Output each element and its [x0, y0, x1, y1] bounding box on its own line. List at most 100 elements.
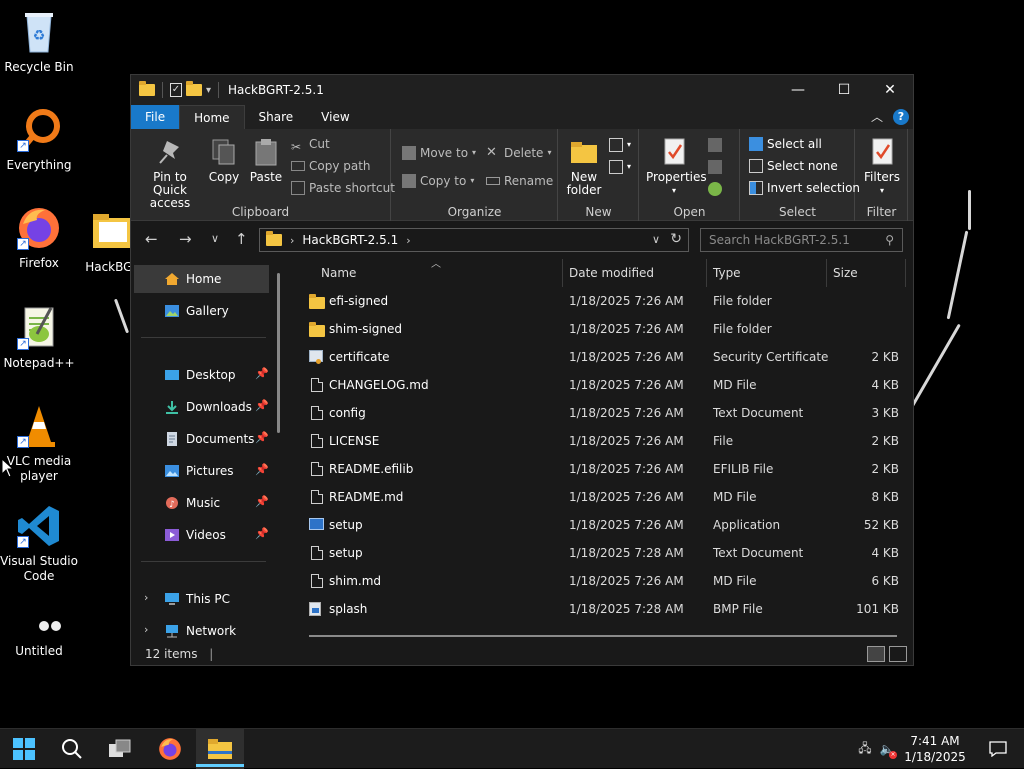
minimize-button[interactable]: — — [775, 75, 821, 105]
open-button[interactable] — [708, 135, 722, 155]
breadcrumb-current[interactable]: HackBGRT-2.5.1 — [302, 233, 398, 247]
search-button[interactable] — [48, 729, 96, 769]
volume-muted-icon[interactable]: 🔈 × — [876, 729, 898, 769]
customize-qat-icon[interactable]: ▾ — [206, 85, 211, 96]
tab-share[interactable]: Share — [245, 105, 308, 129]
title-bar[interactable]: ✓ ▾ HackBGRT-2.5.1 — ☐ ✕ — [131, 75, 913, 105]
nav-item-desktop[interactable]: Desktop 📌 — [134, 361, 269, 389]
filters-button[interactable]: Filters ▾ — [860, 133, 904, 197]
table-row[interactable]: LICENSE 1/18/2025 7:26 AM File 2 KB — [289, 427, 899, 455]
table-row[interactable]: efi-signed 1/18/2025 7:26 AM File folder — [289, 287, 899, 315]
cut-button[interactable]: ✂ Cut — [291, 134, 330, 154]
recent-locations-button[interactable]: ∨ — [211, 232, 219, 245]
table-row[interactable]: shim-signed 1/18/2025 7:26 AM File folder — [289, 315, 899, 343]
paste-button[interactable]: Paste — [247, 133, 285, 184]
desktop-icon-recycle-bin[interactable]: ♻ Recycle Bin — [0, 8, 78, 75]
copy-path-button[interactable]: Copy path — [291, 156, 371, 176]
notification-icon[interactable] — [972, 729, 1024, 769]
desktop-icon-vscode[interactable]: ↗ Visual Studio Code — [0, 502, 78, 584]
details-view-button[interactable] — [867, 646, 885, 662]
column-header-date[interactable]: Date modified — [569, 259, 654, 287]
desktop-icon-everything[interactable]: ↗ Everything — [0, 106, 78, 173]
properties-button[interactable]: Properties ▾ — [646, 133, 707, 197]
help-icon[interactable]: ? — [893, 108, 909, 125]
refresh-icon[interactable]: ↻ — [670, 231, 682, 247]
history-button[interactable] — [708, 179, 722, 199]
table-row[interactable]: splash 1/18/2025 7:28 AM BMP File 101 KB — [289, 595, 899, 623]
pin-icon[interactable]: 📌 — [255, 431, 269, 444]
table-row[interactable]: README.efilib 1/18/2025 7:26 AM EFILIB Fil… — [289, 455, 899, 483]
nav-item-downloads[interactable]: Downloads 📌 — [134, 393, 269, 421]
move-to-button[interactable]: Move to ▾ — [402, 143, 476, 163]
paste-shortcut-button[interactable]: Paste shortcut — [291, 178, 395, 198]
pin-icon[interactable]: 📌 — [255, 367, 269, 380]
start-button[interactable] — [0, 729, 48, 769]
table-row[interactable]: certificate 1/18/2025 7:26 AM Security Cer… — [289, 343, 899, 371]
nav-item-home[interactable]: Home — [134, 265, 269, 293]
nav-item-this-pc[interactable]: › This PC — [134, 585, 269, 613]
nav-item-videos[interactable]: Videos 📌 — [134, 521, 269, 549]
desktop-icon-untitled[interactable]: Untitled — [0, 612, 78, 659]
large-icons-view-button[interactable] — [889, 646, 907, 662]
nav-item-network[interactable]: › Network — [134, 617, 269, 645]
horizontal-scrollbar[interactable] — [309, 635, 897, 637]
search-input[interactable]: Search HackBGRT-2.5.1 ⚲ — [700, 228, 903, 252]
column-divider[interactable] — [562, 259, 563, 287]
pin-icon[interactable]: 📌 — [255, 399, 269, 412]
close-button[interactable]: ✕ — [867, 75, 913, 105]
up-button[interactable]: ↑ — [235, 230, 248, 248]
table-row[interactable]: README.md 1/18/2025 7:26 AM MD File 8 KB — [289, 483, 899, 511]
tab-home[interactable]: Home — [179, 105, 245, 129]
column-divider[interactable] — [826, 259, 827, 287]
new-item-button[interactable]: ▾ — [609, 135, 631, 155]
tab-file[interactable]: File — [131, 105, 180, 129]
address-path[interactable]: › HackBGRT-2.5.1 › ∨ ↻ — [259, 228, 689, 252]
invert-selection-button[interactable]: Invert selection — [749, 178, 860, 198]
edit-button[interactable] — [708, 157, 722, 177]
nav-item-pictures[interactable]: Pictures 📌 — [134, 457, 269, 485]
table-row[interactable]: config 1/18/2025 7:26 AM Text Document 3 KB — [289, 399, 899, 427]
pin-icon[interactable]: 📌 — [255, 527, 269, 540]
chevron-right-icon[interactable]: › — [406, 234, 410, 247]
nav-item-documents[interactable]: Documents 📌 — [134, 425, 269, 453]
pin-icon[interactable]: 📌 — [255, 495, 269, 508]
desktop-icon-notepadpp[interactable]: ↗ Notepad++ — [0, 304, 78, 371]
expand-chevron-icon[interactable]: › — [144, 591, 148, 604]
tab-view[interactable]: View — [307, 105, 363, 129]
new-folder-qat-icon[interactable] — [186, 81, 202, 96]
pin-to-quick-access-button[interactable]: Pin to Quick access — [137, 133, 203, 210]
copy-to-button[interactable]: Copy to ▾ — [402, 171, 474, 191]
clock[interactable]: 7:41 AM 1/18/2025 — [898, 733, 972, 765]
column-header-type[interactable]: Type — [713, 259, 741, 287]
table-row[interactable]: setup 1/18/2025 7:28 AM Text Document 4 KB — [289, 539, 899, 567]
nav-item-music[interactable]: ♪ Music 📌 — [134, 489, 269, 517]
task-view-button[interactable] — [96, 729, 144, 769]
nav-scrollbar[interactable] — [277, 273, 280, 433]
properties-qat-icon[interactable]: ✓ — [170, 83, 182, 97]
table-row[interactable]: setup 1/18/2025 7:26 AM Application 52 KB — [289, 511, 899, 539]
rename-button[interactable]: Rename — [486, 171, 553, 191]
nav-item-gallery[interactable]: Gallery — [134, 297, 269, 325]
new-folder-button[interactable]: New folder — [563, 133, 605, 197]
maximize-button[interactable]: ☐ — [821, 75, 867, 105]
table-row[interactable]: shim.md 1/18/2025 7:26 AM MD File 6 KB — [289, 567, 899, 595]
taskbar-firefox[interactable] — [146, 729, 194, 769]
column-divider[interactable] — [905, 259, 906, 287]
column-header-name[interactable]: Name — [321, 259, 356, 287]
address-dropdown-icon[interactable]: ∨ — [652, 233, 660, 246]
column-header-size[interactable]: Size — [833, 259, 858, 287]
delete-button[interactable]: ✕ Delete ▾ — [486, 143, 551, 163]
easy-access-button[interactable]: ▾ — [609, 157, 631, 177]
select-all-button[interactable]: Select all — [749, 134, 822, 154]
column-divider[interactable] — [706, 259, 707, 287]
taskbar-file-explorer[interactable] — [196, 729, 244, 769]
back-button[interactable]: ← — [145, 230, 158, 248]
select-none-button[interactable]: Select none — [749, 156, 838, 176]
expand-chevron-icon[interactable]: › — [144, 623, 148, 636]
forward-button[interactable]: → — [179, 230, 192, 248]
table-row[interactable]: CHANGELOG.md 1/18/2025 7:26 AM MD File 4 KB — [289, 371, 899, 399]
copy-button[interactable]: Copy — [207, 133, 241, 184]
pin-icon[interactable]: 📌 — [255, 463, 269, 476]
collapse-ribbon-icon[interactable]: ︿ — [871, 108, 883, 125]
desktop-icon-firefox[interactable]: ↗ Firefox — [0, 204, 78, 271]
